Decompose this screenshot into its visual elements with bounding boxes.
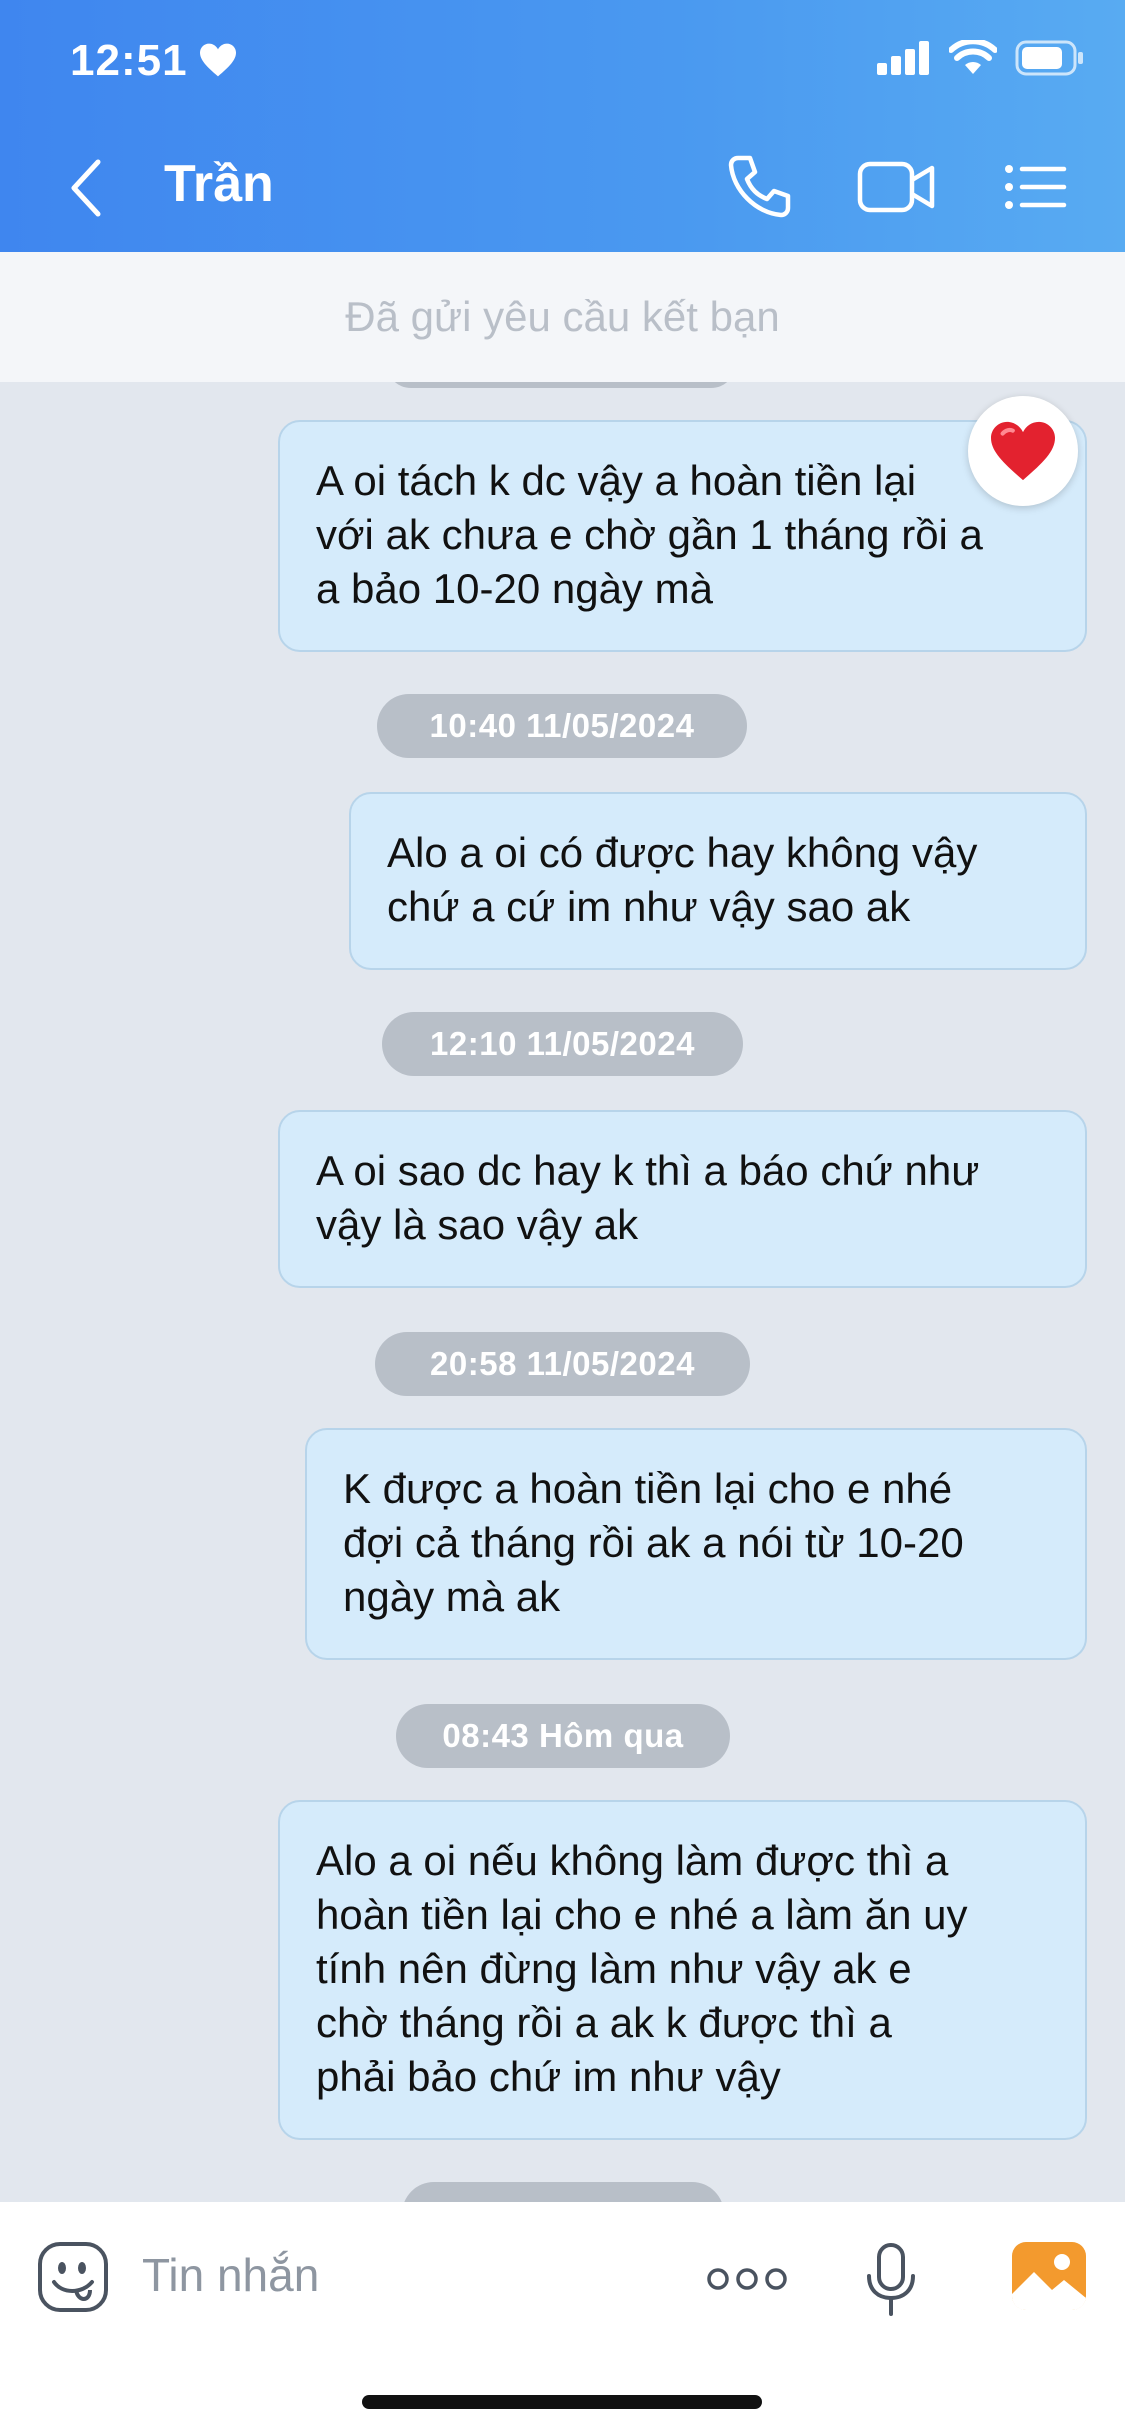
home-indicator bbox=[362, 2395, 762, 2409]
timestamp-pill-partial bbox=[386, 382, 736, 388]
message-bubble[interactable]: Alo a oi nếu không làm được thì a hoàn t… bbox=[278, 1800, 1087, 2140]
heart-reaction[interactable] bbox=[968, 396, 1078, 506]
wifi-icon bbox=[949, 40, 997, 74]
heart-status-icon bbox=[200, 43, 236, 77]
sticker-emoji-icon[interactable] bbox=[36, 2240, 110, 2314]
chat-header: 12:51 Trần bbox=[0, 0, 1125, 252]
message-list[interactable]: A oi tách k dc vậy a hoàn tiền lại với a… bbox=[0, 382, 1125, 2202]
timestamp-pill: 20:58 11/05/2024 bbox=[375, 1332, 750, 1396]
message-bubble[interactable]: A oi sao dc hay k thì a báo chứ như vậy … bbox=[278, 1110, 1087, 1288]
battery-icon bbox=[1015, 40, 1083, 76]
message-bubble[interactable]: K được a hoàn tiền lại cho e nhé đợi cả … bbox=[305, 1428, 1087, 1660]
timestamp-pill: 08:43 Hôm qua bbox=[396, 1704, 730, 1768]
status-time: 12:51 bbox=[70, 36, 188, 85]
status-indicators bbox=[877, 40, 1085, 76]
timestamp-pill: 10:40 11/05/2024 bbox=[377, 694, 747, 758]
microphone-icon[interactable] bbox=[864, 2242, 918, 2318]
contact-name[interactable]: Trần bbox=[164, 154, 274, 214]
more-options-icon[interactable] bbox=[706, 2266, 788, 2292]
message-bubble[interactable]: A oi tách k dc vậy a hoàn tiền lại với a… bbox=[278, 420, 1087, 652]
menu-list-icon[interactable] bbox=[1000, 152, 1070, 222]
image-gallery-icon[interactable] bbox=[1010, 2240, 1088, 2312]
phone-call-icon[interactable] bbox=[724, 152, 794, 222]
timestamp-pill: 12:10 11/05/2024 bbox=[382, 1012, 743, 1076]
timestamp-pill-partial bbox=[402, 2182, 724, 2202]
video-call-icon[interactable] bbox=[856, 152, 936, 222]
cellular-signal-icon bbox=[877, 41, 929, 75]
message-input[interactable]: Tin nhắn bbox=[142, 2248, 319, 2302]
back-arrow-icon[interactable] bbox=[66, 158, 106, 218]
friend-request-status: Đã gửi yêu cầu kết bạn bbox=[0, 252, 1125, 382]
red-heart-icon bbox=[991, 421, 1055, 481]
message-bubble[interactable]: Alo a oi có được hay không vậy chứ a cứ … bbox=[349, 792, 1087, 970]
